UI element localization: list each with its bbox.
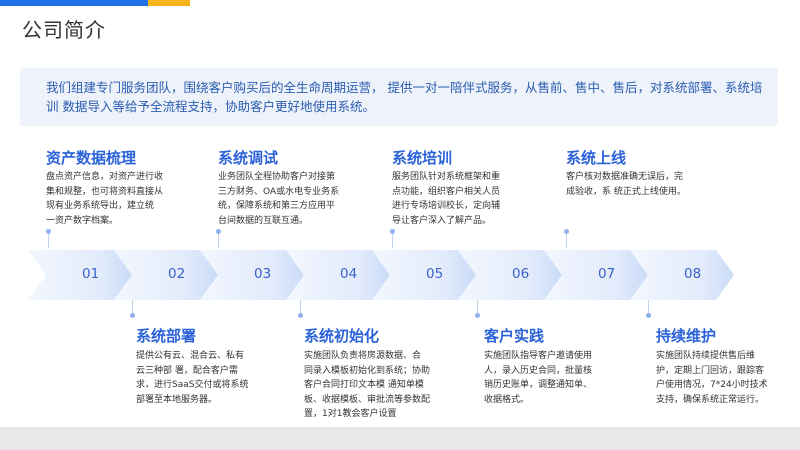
stage-description: 实施团队持续提供售后维 护，定期上门回访，跟踪客 户使用情况，7*24小时技术 支持，…	[656, 349, 768, 407]
stage-title: 客户实践	[484, 327, 545, 345]
stage-title: 持续维护	[656, 327, 717, 345]
stage-description-line: 集和规整，也可将资料直接从	[46, 186, 164, 197]
stage-description-line: 置，1对1教会客户设置	[304, 409, 397, 419]
stage-description-line: 服务团队针对系统框架和重	[392, 172, 501, 182]
connector-line	[300, 300, 301, 314]
stage-title: 资产数据梳理	[46, 149, 137, 167]
connector-dot	[390, 229, 395, 234]
step-number: 04	[340, 266, 358, 282]
connector-line	[648, 300, 649, 314]
stage-description: 提供公有云、混合云、私有 云三种部 署，配合客户需求，进行SaaS交付或将系统 部署…	[136, 349, 248, 407]
intro-text: 我们组建专门服务团队，围绕客户购买后的全生命周期运营， 提供一对一陪伴式服务，从…	[46, 80, 763, 114]
stage-description: 业务团队全程协助客户对接第 三方财务、OA或水电专业务系 统，保障系统和第三方应用平…	[218, 170, 339, 228]
step-number: 08	[684, 266, 702, 282]
connector-line	[477, 300, 478, 314]
footer-bar	[0, 427, 800, 450]
stage-description-line: 销历史账单，调整通知单、	[484, 380, 593, 390]
stage-description-line: 一资产数字档案。	[46, 215, 119, 226]
connector-line	[566, 234, 567, 248]
connector-line	[132, 300, 133, 314]
stage-title: 系统初始化	[304, 327, 380, 345]
stage-description-line: 点功能，组织客户相关人员	[392, 186, 501, 197]
stage-title: 系统上线	[566, 149, 627, 167]
stage-description: 服务团队针对系统框架和重 点功能，组织客户相关人员 进行专场培训校长，定向辅 导让客户…	[392, 170, 500, 228]
stage-description-line: 部署至本地服务器。	[136, 394, 218, 405]
stage-description-line: 客户合同打印文本模 通知单模	[304, 380, 424, 390]
connector-dot	[564, 229, 569, 234]
connector-line	[48, 234, 49, 248]
connector-dot	[216, 229, 221, 234]
stage-description-line: 台间数据的互联互通。	[218, 215, 309, 226]
stage-description-line: 客户核对数据准确无误后，完	[566, 172, 684, 182]
stage-description-line: 成验收，系 统正式上线使用。	[566, 186, 686, 197]
top-accent-yellow	[148, 0, 190, 6]
step-number: 03	[254, 266, 272, 282]
connector-dot	[646, 313, 651, 318]
stage-description-line: 同录入模板初始化到系统；协助	[304, 365, 431, 376]
stage-description-line: 导让客户深入了解产品。	[392, 215, 492, 226]
connector-dot	[298, 313, 303, 318]
stage-description-line: 支持，确保系统正常运行。	[656, 394, 765, 405]
stage-description-line: 提供公有云、混合云、私有	[136, 351, 245, 361]
stage-description-line: 实施团队指导客户邀请使用	[484, 351, 593, 361]
step-number: 05	[426, 266, 444, 282]
stage-description-line: 人，录入历史合同，批量核	[484, 365, 593, 376]
timeline-chevron	[28, 250, 132, 300]
connector-dot	[475, 313, 480, 318]
step-number: 06	[512, 266, 530, 282]
connector-line	[392, 234, 393, 248]
stage-description-line: 进行专场培训校长，定向辅	[392, 201, 501, 211]
stage-title: 系统调试	[218, 149, 279, 167]
intro-box: 我们组建专门服务团队，围绕客户购买后的全生命周期运营， 提供一对一陪伴式服务，从…	[20, 68, 778, 126]
stage-description-line: 护，定期上门回访，跟踪客	[656, 365, 765, 376]
stage-description-line: 实施团队负责将房源数据、合	[304, 351, 422, 361]
stage-description-line: 云三种部 署，配合客户需	[136, 365, 238, 376]
top-accent-blue	[0, 0, 148, 6]
stage-description: 客户核对数据准确无误后，完 成验收，系 统正式上线使用。	[566, 170, 686, 199]
step-number: 02	[168, 266, 186, 282]
stage-description-line: 统，保障系统和第三方应用平	[218, 201, 336, 211]
stage-description-line: 现有业务系统导出，建立统	[46, 201, 155, 211]
stage-description-line: 盘点资产信息，对资产进行收	[46, 172, 164, 182]
stage-description-line: 户使用情况，7*24小时技术	[656, 380, 768, 390]
connector-line	[218, 234, 219, 248]
page-title: 公司简介	[22, 18, 106, 42]
step-number: 01	[82, 266, 100, 282]
stage-description-line: 求，进行SaaS交付或将系统	[136, 380, 249, 390]
stage-description-line: 实施团队持续提供售后维	[656, 351, 756, 361]
timeline-band	[28, 250, 734, 300]
stage-description: 盘点资产信息，对资产进行收 集和规整，也可将资料直接从 现有业务系统导出，建立统 一资…	[46, 170, 163, 228]
stage-description-line: 业务团队全程协助客户对接第	[218, 172, 336, 182]
stage-title: 系统部署	[136, 327, 197, 345]
stage-description: 实施团队指导客户邀请使用 人，录入历史合同，批量核 销历史账单，调整通知单、 收据格式…	[484, 349, 592, 407]
step-number: 07	[598, 266, 616, 282]
stage-description: 实施团队负责将房源数据、合 同录入模板初始化到系统；协助 客户合同打印文本模 通知单…	[304, 349, 430, 422]
stage-description-line: 收据格式。	[484, 394, 530, 405]
connector-dot	[130, 313, 135, 318]
stage-description-line: 三方财务、OA或水电专业务系	[218, 186, 340, 197]
connector-dot	[46, 229, 51, 234]
stage-title: 系统培训	[392, 149, 453, 167]
stage-description-line: 板、收据模板、审批流等参数配	[304, 394, 431, 405]
